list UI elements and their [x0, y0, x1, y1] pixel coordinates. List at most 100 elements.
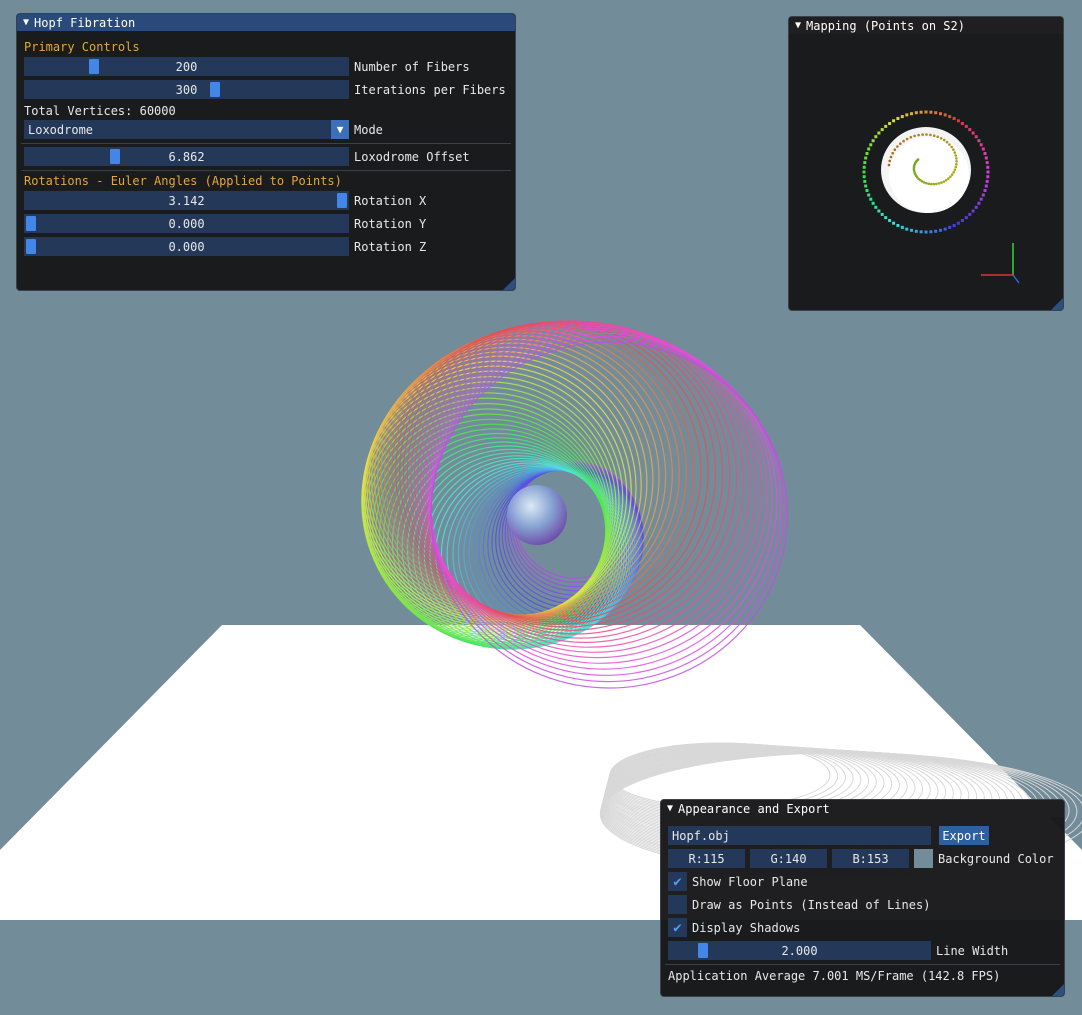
display-shadows-checkbox[interactable]: ✔ Display Shadows	[668, 918, 800, 937]
color-g-field[interactable]: G:140	[750, 849, 827, 868]
s2-spiral-point	[899, 142, 902, 145]
window-title: Mapping (Points on S2)	[806, 18, 965, 33]
s2-preview[interactable]	[789, 35, 1063, 311]
slider-grab[interactable]	[337, 193, 347, 208]
s2-point	[929, 110, 933, 114]
line-width-label: Line Width	[936, 943, 1009, 958]
s2-point	[981, 147, 985, 151]
s2-point	[919, 230, 923, 234]
s2-point	[874, 205, 878, 209]
collapse-triangle-icon[interactable]: ▼	[23, 17, 29, 28]
s2-point	[905, 113, 909, 117]
chevron-down-icon[interactable]: ▼	[331, 120, 349, 139]
s2-point	[985, 179, 989, 183]
s2-point	[892, 119, 896, 123]
s2-point	[977, 201, 981, 205]
resize-grip[interactable]	[1052, 984, 1064, 996]
s2-point	[910, 112, 913, 116]
rotation-x-slider[interactable]: 3.142	[24, 191, 349, 210]
color-b-field[interactable]: B:153	[832, 849, 909, 868]
checkmark-icon[interactable]: ✔	[668, 918, 687, 937]
s2-point	[952, 117, 956, 120]
rotation-y-value: 0.000	[168, 216, 205, 231]
s2-point	[934, 111, 938, 115]
window-titlebar[interactable]: ▼ Hopf Fibration	[17, 14, 515, 31]
slider-grab[interactable]	[110, 149, 120, 164]
primary-controls-header: Primary Controls	[24, 40, 140, 54]
fibers-slider[interactable]: 200	[24, 57, 349, 76]
window-titlebar[interactable]: ▼ Mapping (Points on S2)	[789, 17, 1063, 34]
line-width-slider[interactable]: 2.000	[668, 941, 931, 960]
mode-label: Mode	[354, 122, 383, 137]
appearance-window[interactable]: ▼ Appearance and Export Hopf.obj Export …	[660, 799, 1065, 997]
show-floor-checkbox[interactable]: ✔ Show Floor Plane	[668, 872, 808, 891]
resize-grip[interactable]	[503, 278, 515, 290]
s2-spiral-point	[932, 182, 936, 186]
s2-spiral-point	[932, 134, 936, 137]
s2-point	[892, 221, 896, 225]
draw-points-checkbox[interactable]: Draw as Points (Instead of Lines)	[668, 895, 930, 914]
s2-point	[877, 209, 881, 213]
s2-point	[867, 193, 871, 197]
slider-grab[interactable]	[26, 239, 36, 254]
s2-point	[924, 230, 928, 234]
s2-spiral-point	[954, 165, 958, 169]
fps-stats: Application Average 7.001 MS/Frame (142.…	[668, 968, 1001, 983]
s2-point	[924, 110, 928, 114]
slider-grab[interactable]	[698, 943, 708, 958]
slider-grab[interactable]	[210, 82, 220, 97]
s2-point	[914, 111, 918, 115]
slider-grab[interactable]	[26, 216, 36, 231]
s2-point	[862, 175, 866, 179]
slider-grab[interactable]	[89, 59, 99, 74]
s2-spiral-point	[909, 136, 913, 139]
loxodrome-offset-value: 6.862	[168, 149, 205, 164]
collapse-triangle-icon[interactable]: ▼	[667, 803, 673, 814]
s2-point	[985, 161, 989, 165]
total-vertices: Total Vertices: 60000	[24, 103, 176, 118]
s2-spiral-point	[955, 160, 958, 163]
color-r-field[interactable]: R:115	[668, 849, 745, 868]
s2-point	[864, 184, 868, 188]
s2-point	[986, 175, 990, 179]
checkmark-icon[interactable]: ✔	[668, 872, 687, 891]
mode-combo[interactable]: Loxodrome ▼	[24, 120, 349, 139]
rotation-y-slider[interactable]: 0.000	[24, 214, 349, 233]
hopf-fibration-window[interactable]: ▼ Hopf Fibration Primary Controls 200 Nu…	[16, 13, 516, 291]
s2-spiral-point	[944, 178, 948, 182]
s2-point	[971, 209, 975, 213]
fibers-label: Number of Fibers	[354, 59, 470, 74]
s2-point	[877, 131, 881, 135]
s2-spiral-point	[935, 182, 938, 186]
checkbox-empty[interactable]	[668, 895, 687, 914]
s2-point	[984, 156, 988, 160]
loxodrome-offset-slider[interactable]: 6.862	[24, 147, 349, 166]
s2-point	[956, 221, 960, 225]
mapping-window[interactable]: ▼ Mapping (Points on S2)	[788, 16, 1064, 311]
s2-point	[943, 113, 947, 117]
s2-spiral-point	[953, 168, 957, 171]
filename-input[interactable]: Hopf.obj	[668, 826, 931, 845]
s2-point	[983, 152, 987, 155]
s2-point	[939, 112, 942, 116]
s2-spiral-point	[954, 154, 958, 157]
background-color-swatch[interactable]	[914, 849, 933, 868]
rotation-z-label: Rotation Z	[354, 239, 427, 254]
rotation-x-value: 3.142	[168, 193, 205, 208]
s2-point	[943, 227, 947, 231]
rotation-z-slider[interactable]: 0.000	[24, 237, 349, 256]
s2-point	[971, 131, 975, 135]
iterations-slider[interactable]: 300	[24, 80, 349, 99]
s2-sphere-shade	[889, 137, 969, 213]
window-title: Hopf Fibration	[34, 15, 136, 30]
s2-point	[863, 161, 867, 165]
window-titlebar[interactable]: ▼ Appearance and Export	[661, 800, 1064, 817]
export-button[interactable]: Export	[939, 826, 989, 845]
s2-point	[888, 122, 892, 125]
window-title: Appearance and Export	[678, 801, 830, 816]
s2-spiral-point	[942, 180, 946, 183]
resize-grip[interactable]	[1051, 298, 1063, 310]
collapse-triangle-icon[interactable]: ▼	[795, 20, 801, 31]
s2-spiral-point	[893, 148, 897, 151]
s2-spiral-point	[949, 175, 952, 178]
